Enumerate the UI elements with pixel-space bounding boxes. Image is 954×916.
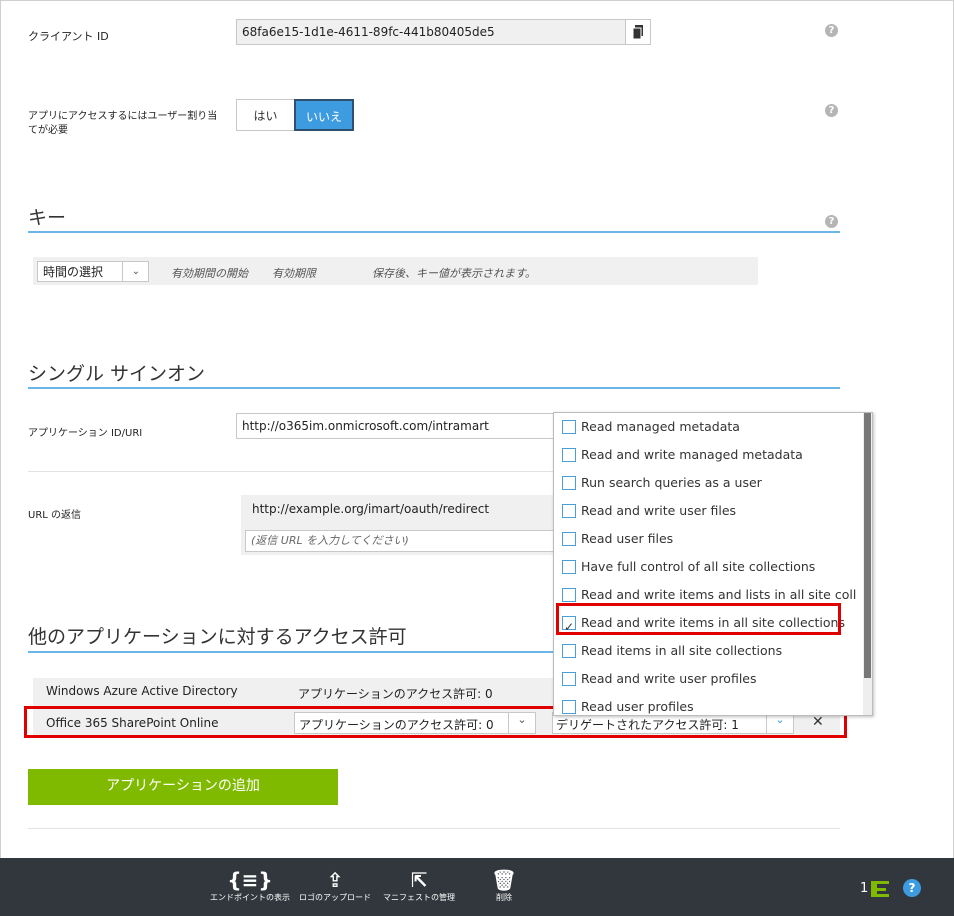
duration-select-value: 時間の選択 — [43, 265, 104, 279]
option-label: Read and write user profiles — [581, 671, 757, 686]
upload-logo-button[interactable]: ⇪ ロゴのアップロード — [298, 868, 372, 903]
help-icon[interactable]: ? — [825, 104, 838, 117]
copy-button[interactable] — [625, 19, 651, 45]
dropdown-option[interactable]: Read user files — [562, 525, 857, 553]
view-endpoints-button[interactable]: {≡} エンドポイントの表示 — [210, 868, 290, 903]
reply-url-label: URL の返信 — [28, 510, 82, 521]
dropdown-option[interactable]: Read and write user files — [562, 497, 857, 525]
toggle-no-button[interactable]: いいえ — [294, 99, 354, 131]
help-icon[interactable]: ? — [825, 215, 838, 228]
scrollbar-thumb[interactable] — [864, 413, 871, 678]
checkbox[interactable] — [562, 419, 576, 434]
option-label: Have full control of all site collection… — [581, 559, 816, 574]
option-label: Read items in all site collections — [581, 643, 783, 658]
user-assignment-label: アプリにアクセスするにはユーザー割り当てが必要 — [28, 111, 218, 136]
add-application-button[interactable]: アプリケーションの追加 — [28, 769, 338, 805]
checkbox[interactable] — [562, 699, 576, 714]
notification-count[interactable]: 1 — [860, 881, 868, 896]
dropdown-option[interactable]: Read items in all site collections — [562, 637, 857, 665]
trash-icon: 🗑 — [491, 868, 517, 892]
duration-select[interactable]: 時間の選択 ⌄ — [37, 261, 149, 282]
command-bar: {≡} エンドポイントの表示 ⇪ ロゴのアップロード ⇱ マニフェストの管理 🗑… — [0, 858, 954, 916]
row-divider — [28, 828, 840, 829]
dropdown-option[interactable]: Run search queries as a user — [562, 469, 857, 497]
help-icon[interactable]: ? — [825, 24, 838, 37]
tasks-icon[interactable] — [871, 880, 889, 898]
keys-title: キー — [28, 207, 67, 229]
client-id-field[interactable]: 68fa6e15-1d1e-4611-89fc-441b80405de5 — [236, 19, 626, 45]
highlight-box — [556, 603, 841, 635]
dropdown-option[interactable]: Read and write managed metadata — [562, 441, 857, 469]
section-divider — [28, 231, 840, 233]
upload-logo-label: ロゴのアップロード — [299, 893, 371, 902]
copy-icon — [632, 25, 643, 40]
row-divider — [28, 471, 558, 472]
dropdown-option[interactable]: Read user profiles — [562, 693, 857, 715]
app-id-input[interactable]: http://o365im.onmicrosoft.com/intramart — [236, 413, 556, 439]
checkbox[interactable] — [562, 643, 576, 658]
checkbox[interactable] — [562, 503, 576, 518]
option-label: Read and write managed metadata — [581, 447, 803, 462]
option-label: Run search queries as a user — [581, 475, 762, 490]
checkbox[interactable] — [562, 531, 576, 546]
checkbox[interactable] — [562, 475, 576, 490]
dropdown-option[interactable]: Read and write user profiles — [562, 665, 857, 693]
checkbox[interactable] — [562, 447, 576, 462]
permission-dropdown: Read managed metadata Read and write man… — [553, 412, 873, 716]
option-label: Read user profiles — [581, 699, 694, 714]
key-start-column: 有効期間の開始 — [171, 267, 248, 280]
endpoints-icon: {≡} — [227, 868, 273, 892]
sso-title: シングル サインオン — [28, 363, 206, 385]
chevron-down-icon: ⌄ — [122, 262, 149, 281]
upload-icon: ⇪ — [326, 868, 344, 892]
option-label: Read and write items and lists in all si… — [581, 587, 857, 602]
option-label: Read user files — [581, 531, 674, 546]
option-label: Read managed metadata — [581, 419, 740, 434]
manifest-icon: ⇱ — [410, 868, 428, 892]
key-note: 保存後、キー値が表示されます。 — [372, 267, 536, 280]
option-label: Read and write user files — [581, 503, 737, 518]
dropdown-option[interactable]: Have full control of all site collection… — [562, 553, 857, 581]
app-id-label: アプリケーション ID/URI — [28, 428, 143, 439]
checkbox[interactable] — [562, 559, 576, 574]
view-endpoints-label: エンドポイントの表示 — [210, 893, 290, 902]
permission-app-perm[interactable]: アプリケーションのアクセス許可: 0 — [298, 685, 493, 702]
section-divider — [28, 387, 840, 389]
toggle-yes-button[interactable]: はい — [236, 99, 295, 131]
delete-label: 削除 — [496, 893, 512, 902]
dropdown-option[interactable]: Read managed metadata — [562, 413, 857, 441]
client-id-label: クライアント ID — [28, 30, 109, 43]
reply-url-input[interactable]: (返信 URL を入力してください) — [245, 530, 557, 552]
user-assignment-toggle: はい いいえ — [236, 99, 354, 133]
scrollbar[interactable] — [863, 413, 872, 715]
delete-button[interactable]: 🗑 削除 — [484, 868, 524, 903]
key-expire-column: 有効期限 — [272, 267, 316, 280]
permission-app-name: Windows Azure Active Directory — [46, 684, 238, 698]
checkbox[interactable] — [562, 671, 576, 686]
help-icon[interactable]: ? — [903, 879, 921, 897]
manage-manifest-label: マニフェストの管理 — [383, 893, 455, 902]
checkbox[interactable] — [562, 587, 576, 602]
reply-url-value[interactable]: http://example.org/imart/oauth/redirect — [252, 502, 489, 516]
permissions-title: 他のアプリケーションに対するアクセス許可 — [28, 626, 407, 648]
manage-manifest-button[interactable]: ⇱ マニフェストの管理 — [380, 868, 458, 903]
